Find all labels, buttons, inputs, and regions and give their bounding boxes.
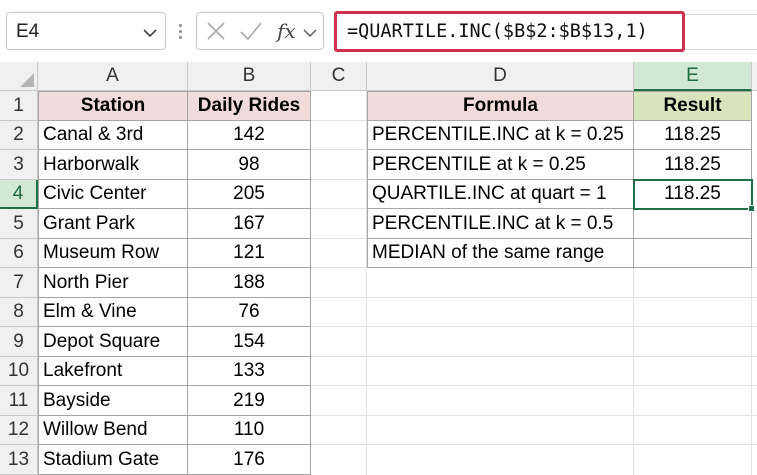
gridline [311,326,757,327]
result-cell[interactable] [634,209,752,239]
rides-cell[interactable]: 133 [188,357,311,386]
chevron-down-icon[interactable] [143,25,157,43]
rides-cell[interactable]: 188 [188,268,311,298]
column-header-d[interactable]: D [367,62,634,91]
formula-description-cell[interactable]: PERCENTILE at k = 0.25 [367,150,634,180]
station-cell[interactable]: Depot Square [38,327,188,357]
header-station[interactable]: Station [38,91,188,121]
row-header-10[interactable]: 10 [0,357,38,386]
gridline [311,149,367,150]
insert-function-button[interactable]: fx [277,19,296,43]
checkmark-icon[interactable] [239,20,263,47]
rides-cell[interactable]: 167 [188,209,311,239]
station-cell[interactable]: Elm & Vine [38,298,188,327]
select-all-icon [20,73,34,87]
gridline [311,297,757,298]
row-header-3[interactable]: 3 [0,150,38,180]
column-header-f[interactable] [752,62,757,91]
rides-cell[interactable]: 110 [188,416,311,445]
gridline [311,444,757,445]
station-cell[interactable]: Harborwalk [38,150,188,180]
row-header-11[interactable]: 11 [0,386,38,416]
result-cell[interactable]: 118.25 [634,150,752,180]
row-header-9[interactable]: 9 [0,327,38,357]
result-cell[interactable]: 118.25 [634,121,752,150]
formula-description-cell[interactable]: MEDIAN of the same range [367,239,634,268]
header-formula[interactable]: Formula [367,91,634,121]
gridline [311,179,367,180]
close-icon[interactable] [205,20,227,47]
rides-cell[interactable]: 176 [188,445,311,475]
drag-handle-icon[interactable] [179,24,183,40]
active-cell-selection [633,179,753,210]
row-header-8[interactable]: 8 [0,298,38,327]
rides-cell[interactable]: 219 [188,386,311,416]
column-header-c[interactable]: C [311,62,367,91]
station-cell[interactable]: Willow Bend [38,416,188,445]
station-cell[interactable]: Grant Park [38,209,188,239]
row-header-12[interactable]: 12 [0,416,38,445]
gridline [311,120,367,121]
rides-cell[interactable]: 121 [188,239,311,268]
column-header-a[interactable]: A [38,62,188,91]
row-header-1[interactable]: 1 [0,91,38,121]
header-result[interactable]: Result [634,91,752,121]
rides-cell[interactable]: 98 [188,150,311,180]
formula-description-cell[interactable]: PERCENTILE.INC at k = 0.25 [367,121,634,150]
row-header-4[interactable]: 4 [0,180,38,209]
gridline [311,385,757,386]
station-cell[interactable]: Lakefront [38,357,188,386]
name-box[interactable]: E4 [6,12,166,50]
rides-cell[interactable]: 205 [188,180,311,209]
gridline [311,208,367,209]
formula-description-cell[interactable]: QUARTILE.INC at quart = 1 [367,180,634,209]
name-box-value: E4 [16,21,40,42]
rides-cell[interactable]: 154 [188,327,311,357]
fill-handle[interactable] [748,205,755,212]
gridline [311,415,757,416]
station-cell[interactable]: North Pier [38,268,188,298]
select-all-button[interactable] [0,62,38,91]
row-header-5[interactable]: 5 [0,209,38,239]
row-header-7[interactable]: 7 [0,268,38,298]
formula-description-cell[interactable]: PERCENTILE.INC at k = 0.5 [367,209,634,239]
row-header-2[interactable]: 2 [0,121,38,150]
gridline [311,238,367,239]
station-cell[interactable]: Bayside [38,386,188,416]
row-header-13[interactable]: 13 [0,445,38,475]
station-cell[interactable]: Museum Row [38,239,188,268]
formula-input[interactable]: =QUARTILE.INC($B$2:$B$13,1) [334,11,685,52]
rides-cell[interactable]: 142 [188,121,311,150]
gridline [633,267,634,475]
header-daily-rides[interactable]: Daily Rides [188,91,311,121]
formula-text: =QUARTILE.INC($B$2:$B$13,1) [347,21,648,42]
column-header-b[interactable]: B [188,62,311,91]
formula-input-extension[interactable] [685,14,757,50]
gridline [751,267,752,475]
formula-bar-area: E4 fx =QUARTILE.INC($B$2:$B$13,1) [0,0,757,62]
gridline [311,356,757,357]
station-cell[interactable]: Civic Center [38,180,188,209]
result-cell[interactable] [634,239,752,268]
chevron-down-icon[interactable] [303,25,317,43]
row-header-6[interactable]: 6 [0,239,38,268]
station-cell[interactable]: Stadium Gate [38,445,188,475]
rides-cell[interactable]: 76 [188,298,311,327]
formula-actions: fx [196,12,324,50]
column-header-e[interactable]: E [634,62,752,91]
station-cell[interactable]: Canal & 3rd [38,121,188,150]
